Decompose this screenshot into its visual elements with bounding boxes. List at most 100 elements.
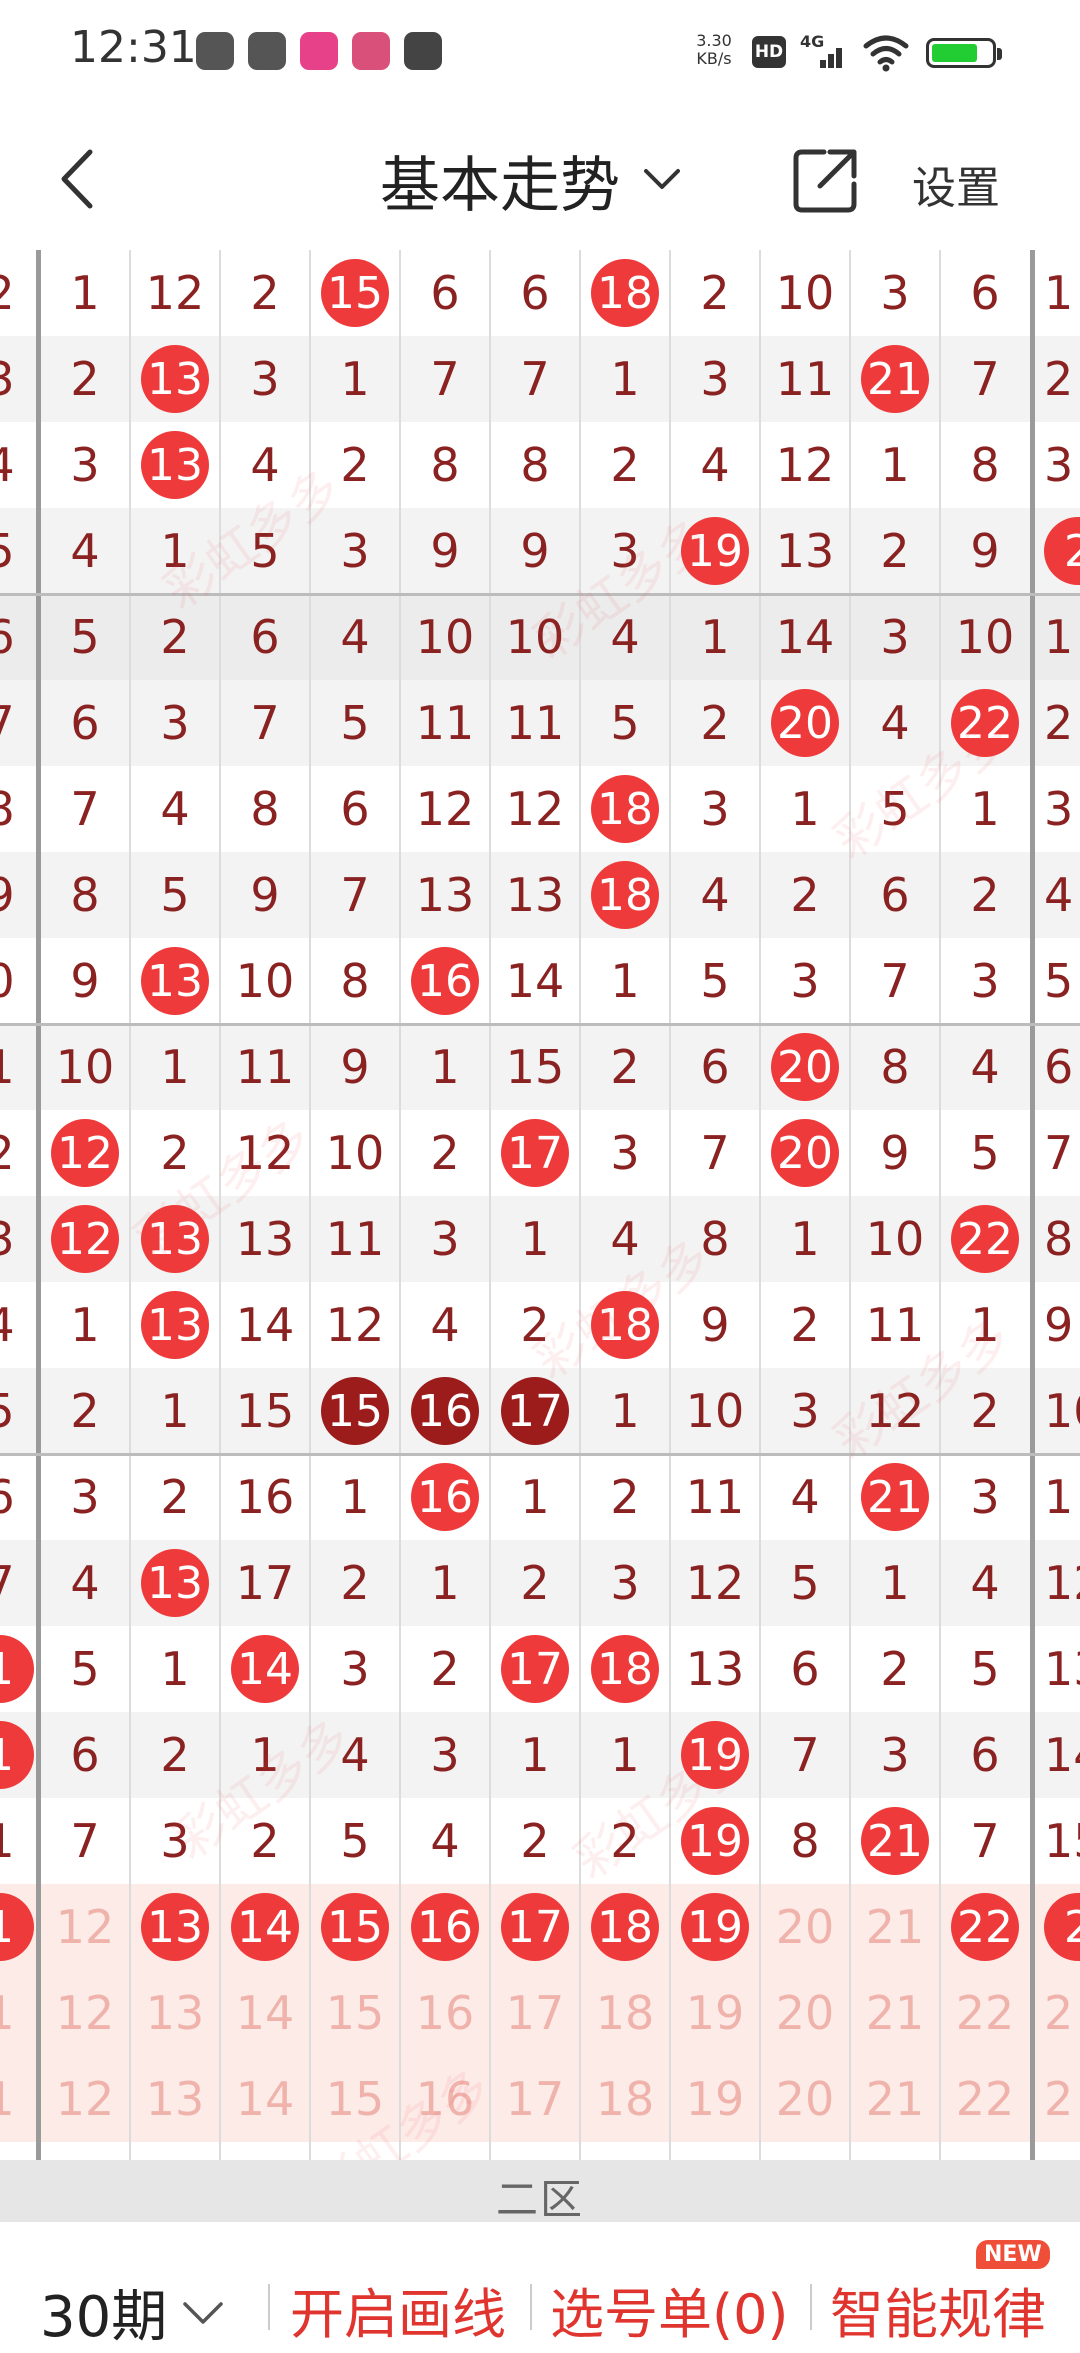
grid-cell[interactable]: 1: [0, 1884, 34, 1970]
grid-cell[interactable]: 17: [490, 2056, 580, 2142]
grid-cell[interactable]: 13: [130, 1884, 220, 1970]
drawn-number-ball: 19: [681, 517, 749, 585]
grid-cell: 2: [610, 1814, 640, 1868]
drawn-number-ball: 13: [141, 1893, 209, 1961]
grid-cell: 8: [520, 438, 550, 492]
grid-cell: 7: [520, 352, 550, 406]
grid-cell[interactable]: 20: [760, 1970, 850, 2056]
grid-cell[interactable]: 12: [40, 1884, 130, 1970]
grid-cell[interactable]: 2: [1040, 1970, 1080, 2056]
grid-cell[interactable]: 16: [400, 1970, 490, 2056]
grid-cell[interactable]: 22: [940, 1970, 1030, 2056]
back-icon[interactable]: [50, 144, 110, 214]
grid-cell[interactable]: 15: [310, 1884, 400, 1970]
grid-cell: 4: [610, 1212, 640, 1266]
drawn-number-ball: 21: [861, 1463, 929, 1531]
grid-cell: 12: [40, 1196, 130, 1282]
drawn-number-ball: 13: [141, 1291, 209, 1359]
grid-cell[interactable]: 18: [580, 2056, 670, 2142]
grid-cell[interactable]: 15: [310, 1970, 400, 2056]
grid-cell[interactable]: 2: [1040, 1884, 1080, 1970]
grid-cell: 12: [235, 1126, 295, 1180]
grid-cell: 7: [0, 680, 22, 766]
grid-cell: 1: [160, 1642, 190, 1696]
grid-cell: 7: [790, 1728, 820, 1782]
settings-button[interactable]: 设置: [912, 152, 1000, 216]
play-icon: [404, 32, 442, 70]
grid-cell: 4: [700, 868, 730, 922]
grid-cell: 13: [130, 336, 220, 422]
grid-cell[interactable]: 13: [130, 1970, 220, 2056]
grid-cell: 3: [0, 1196, 22, 1282]
grid-cell: 3: [250, 352, 280, 406]
grid-cell[interactable]: 17: [490, 1970, 580, 2056]
grid-cell: 15: [310, 1368, 400, 1454]
share-icon[interactable]: [790, 146, 860, 216]
smart-rules-button[interactable]: 智能规律: [830, 2270, 1046, 2349]
drawn-number-ball: 12: [51, 1119, 119, 1187]
network-speed: 3.30 KB/s: [688, 32, 740, 68]
drawn-number-ball: 20: [771, 1033, 839, 1101]
grid-cell: 1: [340, 1470, 370, 1524]
grid-cell: 2: [520, 1298, 550, 1352]
grid-cell: 1: [970, 1298, 1000, 1352]
grid-cell: 1: [610, 954, 640, 1008]
grid-cell[interactable]: 22: [940, 2056, 1030, 2142]
grid-cell: 3: [610, 1126, 640, 1180]
grid-cell: 13: [235, 1212, 295, 1266]
grid-cell[interactable]: 20: [760, 1884, 850, 1970]
grid-line: [129, 250, 131, 2160]
grid-cell: 18: [580, 250, 670, 336]
grid-cell[interactable]: 14: [220, 1970, 310, 2056]
period-label: 30期: [40, 2285, 168, 2350]
grid-cell[interactable]: 22: [940, 1884, 1030, 1970]
grid-cell[interactable]: 1: [0, 1970, 22, 2056]
grid-cell: 1: [1044, 610, 1074, 664]
grid-cell[interactable]: 20: [760, 2056, 850, 2142]
grid-cell[interactable]: 2: [1040, 2056, 1080, 2142]
grid-cell[interactable]: 1: [0, 2056, 22, 2142]
grid-cell: 6: [70, 1728, 100, 1782]
grid-cell: 6: [1044, 1040, 1074, 1094]
period-select[interactable]: 30期: [40, 2272, 225, 2353]
grid-cell: 1: [610, 352, 640, 406]
grid-cell: 6: [970, 266, 1000, 320]
grid-cell: 1: [0, 1626, 34, 1712]
grid-cell: 13: [130, 1196, 220, 1282]
pick-list-button[interactable]: 选号单(0): [550, 2270, 789, 2349]
grid-cell: 2: [160, 1728, 190, 1782]
grid-row: 8748612121831513: [0, 766, 1080, 852]
grid-cell[interactable]: 21: [850, 1884, 940, 1970]
wifi-icon: [863, 35, 909, 72]
grid-cell[interactable]: 18: [580, 1970, 670, 2056]
grid-cell[interactable]: 16: [400, 1884, 490, 1970]
drawn-number-ball: 1: [0, 1721, 34, 1789]
grid-cell[interactable]: 13: [130, 2056, 220, 2142]
grid-cell[interactable]: 21: [850, 1970, 940, 2056]
grid-cell: 11: [865, 1298, 925, 1352]
battery-icon: [926, 38, 1002, 68]
grid-cell: 7: [880, 954, 910, 1008]
grid-cell: 2: [1044, 352, 1074, 406]
drawn-number-ball: 18: [591, 1893, 659, 1961]
grid-cell: 12: [415, 782, 475, 836]
grid-cell: 2: [700, 266, 730, 320]
grid-cell[interactable]: 14: [220, 1884, 310, 1970]
draw-lines-button[interactable]: 开启画线: [290, 2270, 506, 2349]
grid-cell[interactable]: 14: [220, 2056, 310, 2142]
grid-cell: 13: [130, 422, 220, 508]
grid-cell[interactable]: 18: [580, 1884, 670, 1970]
grid-cell[interactable]: 21: [850, 2056, 940, 2142]
grid-cell[interactable]: 12: [40, 1970, 130, 2056]
grid-cell[interactable]: 17: [490, 1884, 580, 1970]
grid-cell[interactable]: 19: [670, 1884, 760, 1970]
grid-cell[interactable]: 15: [310, 2056, 400, 2142]
grid-row: 52115151617110312210: [0, 1368, 1080, 1454]
grid-cell[interactable]: 19: [670, 1970, 760, 2056]
grid-cell: 1: [1044, 1470, 1074, 1524]
title-dropdown[interactable]: 基本走势: [380, 140, 682, 221]
grid-cell[interactable]: 16: [400, 2056, 490, 2142]
grid-cell[interactable]: 19: [670, 2056, 760, 2142]
grid-cell[interactable]: 12: [40, 2056, 130, 2142]
group-separator: [0, 1023, 1080, 1026]
